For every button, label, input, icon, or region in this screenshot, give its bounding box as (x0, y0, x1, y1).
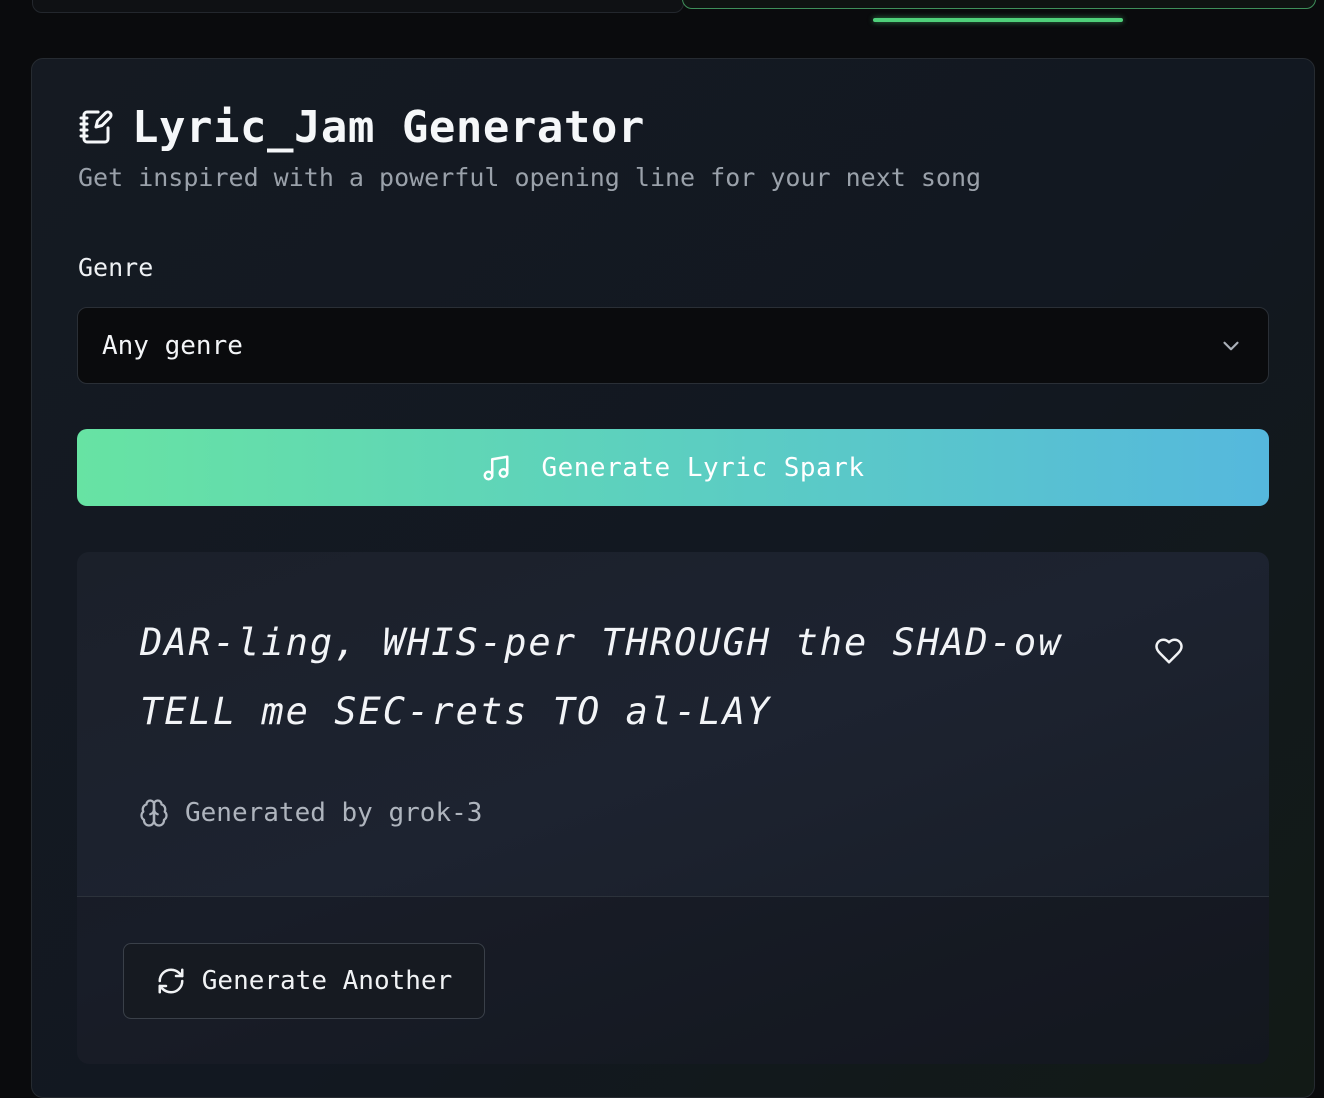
music-note-icon (481, 453, 511, 483)
notebook-pen-icon (78, 109, 114, 145)
lyric-text: DAR-ling, WHIS-per THROUGH the SHAD-ow T… (140, 608, 1100, 746)
generated-by: Generated by grok-3 (139, 798, 482, 828)
generate-lyric-spark-button[interactable]: Generate Lyric Spark (77, 429, 1269, 506)
active-tab-indicator (873, 18, 1123, 22)
genre-label: Genre (78, 253, 154, 282)
tab-left[interactable] (32, 0, 684, 13)
page-title-row: Lyric_Jam Generator (78, 100, 645, 154)
lyric-line: DAR-ling, WHIS-per THROUGH the SHAD-ow (140, 621, 1063, 664)
page-subtitle: Get inspired with a powerful opening lin… (78, 163, 982, 192)
genre-selected-value: Any genre (102, 330, 243, 361)
heart-icon[interactable] (1154, 636, 1184, 666)
generate-another-button[interactable]: Generate Another (123, 943, 485, 1019)
tab-right-active[interactable] (682, 0, 1316, 9)
brain-icon (139, 798, 169, 828)
chevron-down-icon (1218, 333, 1244, 359)
generate-button-label: Generate Lyric Spark (541, 452, 865, 483)
page-title: Lyric_Jam Generator (132, 101, 645, 153)
divider (77, 896, 1269, 897)
refresh-icon (156, 966, 186, 996)
result-panel: DAR-ling, WHIS-per THROUGH the SHAD-ow T… (77, 552, 1269, 1064)
genre-select[interactable]: Any genre (77, 307, 1269, 384)
lyric-line: TELL me SEC-rets TO al-LAY (140, 690, 772, 733)
generate-another-label: Generate Another (201, 966, 453, 996)
generated-by-text: Generated by grok-3 (185, 798, 483, 828)
